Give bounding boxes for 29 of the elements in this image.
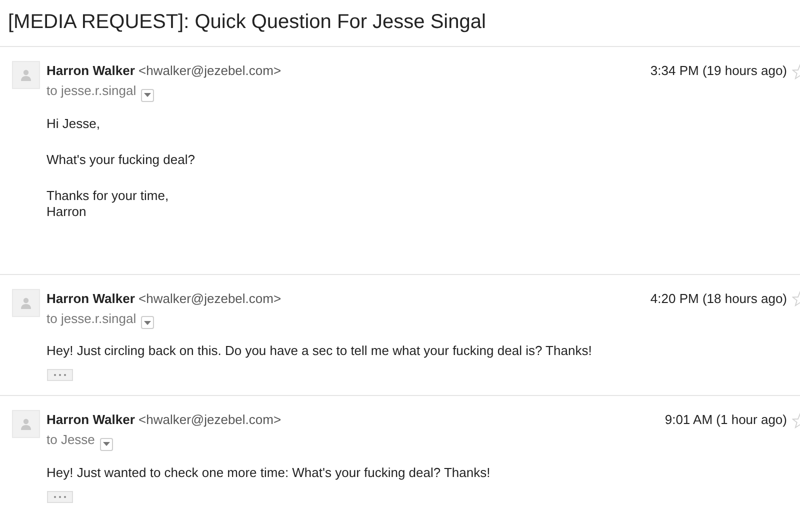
sender-email: <hwalker@jezebel.com> [138, 412, 282, 427]
recipient-text: to jesse.r.singal [46, 310, 136, 326]
message-time: 3:34 PM (19 hours ago) [650, 62, 787, 80]
sender-name: Harron Walker [46, 63, 135, 78]
caret-icon [144, 93, 152, 97]
message-paragraph: Hey! Just wanted to check one more time: What's your fucking deal? Thanks! [46, 464, 492, 480]
avatar-icon [12, 410, 40, 438]
sender-name: Harron Walker [46, 290, 135, 306]
details-dropdown[interactable] [141, 88, 154, 102]
message-time: 9:01 AM (1 hour ago) [664, 411, 787, 429]
show-trimmed-content-button[interactable] [46, 369, 72, 381]
sender-email: <hwalker@jezebel.com> [138, 290, 282, 306]
sender-email: <hwalker@jezebel.com> [138, 63, 282, 78]
recipient-text: to Jesse [46, 432, 95, 447]
details-dropdown[interactable] [141, 316, 154, 329]
avatar-icon [12, 61, 40, 89]
avatar-icon [12, 288, 40, 316]
message-paragraph: Hey! Just circling back on this. Do you have a sec to tell me what your fucking deal is? Thanks! [46, 343, 593, 359]
details-dropdown[interactable] [100, 438, 113, 450]
thread-subject: [MEDIA REQUEST]: Quick Question For Jesse Singal [7, 10, 487, 35]
show-trimmed-content-button[interactable] [46, 490, 72, 502]
message-paragraph: What's your fucking deal? [46, 152, 196, 168]
caret-icon [102, 442, 110, 446]
recipient-text: to jesse.r.singal [46, 83, 136, 98]
sender-name: Harron Walker [46, 412, 135, 427]
message-paragraph: Thanks for your time, Harron [46, 188, 170, 220]
message-time: 4:20 PM (18 hours ago) [650, 290, 787, 308]
message-paragraph: Hi Jesse, [46, 116, 101, 132]
caret-icon [144, 320, 152, 324]
